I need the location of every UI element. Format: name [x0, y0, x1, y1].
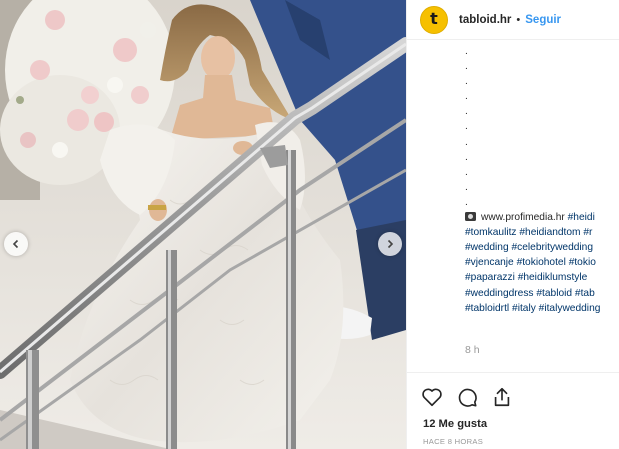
hashtag-link[interactable]: #tabloidrtl [465, 303, 509, 314]
caption-dot: . [465, 196, 468, 208]
chevron-right-icon [385, 239, 395, 249]
caption-time[interactable]: 8 h [465, 344, 480, 356]
hashtag-link[interactable]: #wedding [465, 242, 509, 253]
separator-dot: • [516, 13, 521, 26]
camera-icon [465, 212, 476, 222]
likes-count[interactable]: 12 Me gusta [423, 418, 487, 430]
caption-line: #tabloidrtl #italy #italywedding [465, 301, 619, 316]
share-icon[interactable] [491, 386, 513, 408]
hashtag-link[interactable]: #weddingdress [465, 288, 534, 299]
caption-line: #paparazzi #heidiklumstyle [465, 270, 619, 285]
caption-dot: . [465, 121, 468, 133]
avatar-letter: t [430, 9, 438, 28]
hashtag-link[interactable]: #heidiandtom [519, 227, 580, 238]
action-icons [421, 386, 513, 408]
caption-line: #vjencanje #tokiohotel #tokio [465, 255, 619, 270]
hashtag-link[interactable]: #tokiohotel [517, 257, 566, 268]
carousel-next-button[interactable] [378, 232, 402, 256]
hashtag-link[interactable]: #tab [575, 288, 595, 299]
hashtag-link[interactable]: #heidi [568, 212, 595, 223]
caption-dot: . [465, 106, 468, 118]
hashtag-link[interactable]: #heidiklumstyle [518, 272, 588, 283]
hashtag-link[interactable]: #r [583, 227, 592, 238]
caption-dot: . [465, 136, 468, 148]
follow-button[interactable]: Seguir [525, 14, 561, 26]
hashtag-link[interactable]: #celebritywedding [511, 242, 593, 253]
caption-dot: . [465, 181, 468, 193]
username-link[interactable]: tabloid.hr [459, 14, 511, 26]
caption-dot: . [465, 76, 468, 88]
caption-credit-line: www.profimedia.hr #heidi [465, 210, 619, 225]
comment-icon[interactable] [456, 386, 478, 408]
post-timestamp: HACE 8 HORAS [423, 437, 484, 446]
hashtag-link[interactable]: #paparazzi [465, 272, 515, 283]
hashtag-link[interactable]: #vjencanje [465, 257, 514, 268]
caption-dot: . [465, 166, 468, 178]
hashtag-link[interactable]: #italywedding [539, 303, 601, 314]
carousel-prev-button[interactable] [4, 232, 28, 256]
caption-dot: . [465, 61, 468, 73]
hashtag-link[interactable]: #tabloid [536, 288, 572, 299]
caption-dot: . [465, 151, 468, 163]
hashtag-link[interactable]: #tomkaulitz [465, 227, 517, 238]
avatar[interactable]: t [420, 5, 448, 34]
hashtag-link[interactable]: #italy [512, 303, 536, 314]
heart-icon[interactable] [421, 386, 443, 408]
caption-line: #weddingdress #tabloid #tab [465, 286, 619, 301]
caption-line: #tomkaulitz #heidiandtom #r [465, 225, 619, 240]
chevron-left-icon [11, 239, 21, 249]
photo-image [0, 0, 406, 449]
post-actions: 12 Me gusta HACE 8 HORAS [407, 372, 619, 449]
hashtag-link[interactable]: #tokio [569, 257, 596, 268]
post-photo[interactable] [0, 0, 406, 449]
caption-dot: . [465, 46, 468, 57]
caption-line: #wedding #celebritywedding [465, 240, 619, 255]
post-caption: . . . . . . . . . . . www.profimedia.hr … [465, 44, 619, 316]
post-header: t tabloid.hr • Seguir [407, 0, 619, 40]
post-side-panel: t tabloid.hr • Seguir . . . . . . . . . … [406, 0, 619, 449]
credit-text: www.profimedia.hr [481, 212, 565, 224]
caption-dot: . [465, 91, 468, 103]
